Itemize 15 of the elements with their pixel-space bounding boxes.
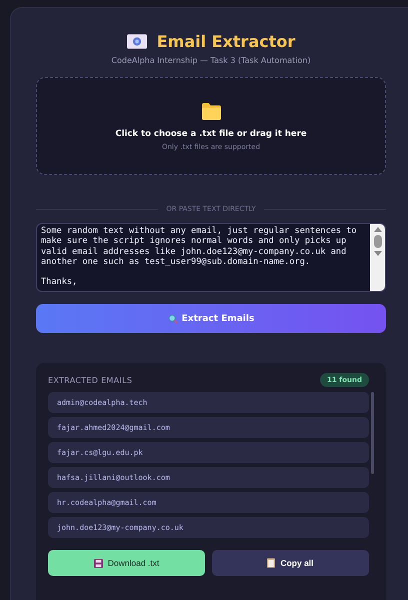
app-title: Email Extractor — [156, 32, 296, 51]
scrollbar[interactable] — [371, 392, 374, 474]
envelope-icon — [126, 34, 147, 49]
app-subtitle: CodeAlpha Internship — Task 3 (Task Automation) — [110, 56, 312, 65]
copy-button[interactable]: Copy all — [212, 550, 369, 576]
text-input-field[interactable]: Some random text without any email, just regular sentences to make sure the script ignores normal words and only picks up valid email addresses like john.doe123@my-company.co.uk and another one such as test_user99@sub.domain-name.org. Thanks, — [36, 223, 386, 292]
scrollbar[interactable] — [370, 224, 385, 291]
clipboard-icon — [267, 558, 276, 568]
extract-button[interactable]: Extract Emails — [36, 304, 386, 333]
results-title: EXTRACTED EMAILS — [48, 376, 132, 384]
dropzone-prompt: Click to choose a .txt file or drag it here — [115, 128, 307, 138]
download-button[interactable]: Download .txt — [48, 550, 205, 576]
floppy-icon — [94, 558, 103, 568]
search-icon — [168, 314, 178, 324]
folder-icon — [200, 102, 222, 120]
